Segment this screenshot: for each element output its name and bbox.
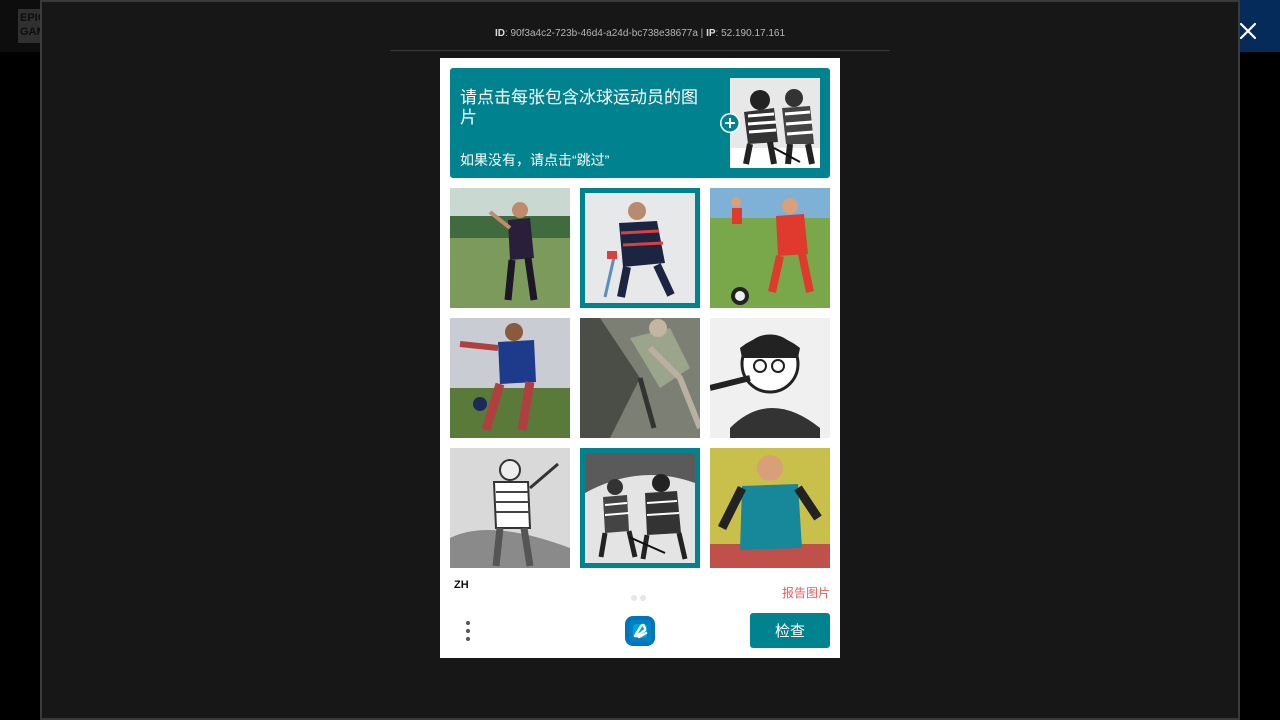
example-image: [730, 78, 820, 168]
report-images-link[interactable]: 报告图片: [782, 584, 830, 601]
hcaptcha-challenge: 请点击每张包含冰球运动员的图片 如果没有，请点击“跳过” ZH 报告图片 检查: [440, 58, 840, 658]
hcaptcha-logo-icon: [625, 616, 655, 646]
challenge-tile-selected[interactable]: [580, 188, 700, 308]
prompt-text: 请点击每张包含冰球运动员的图片: [460, 88, 698, 127]
menu-icon[interactable]: [462, 618, 474, 644]
challenge-tile[interactable]: [450, 448, 570, 568]
challenge-tile[interactable]: [710, 188, 830, 308]
page-dot: [631, 595, 637, 601]
pagination-dots: [631, 588, 649, 606]
challenge-tile[interactable]: [450, 318, 570, 438]
verify-button[interactable]: 检查: [750, 613, 830, 648]
challenge-tile[interactable]: [710, 448, 830, 568]
ip-address: 52.190.17.161: [721, 28, 786, 39]
challenge-tile[interactable]: [710, 318, 830, 438]
close-icon[interactable]: [1236, 19, 1260, 43]
challenge-prompt: 请点击每张包含冰球运动员的图片 如果没有，请点击“跳过”: [450, 68, 830, 178]
request-id: 90f3a4c2-723b-46d4-a24d-bc738e38677a: [510, 28, 698, 39]
header-divider: [390, 50, 890, 51]
challenge-tile[interactable]: [580, 318, 700, 438]
request-info: ID: 90f3a4c2-723b-46d4-a24d-bc738e38677a…: [494, 28, 786, 39]
challenge-tile[interactable]: [450, 188, 570, 308]
plus-icon: [720, 113, 740, 133]
prompt-subtext: 如果没有，请点击“跳过”: [460, 152, 610, 168]
language-selector[interactable]: ZH: [454, 579, 469, 591]
page-dot: [640, 595, 646, 601]
challenge-tile-selected[interactable]: [580, 448, 700, 568]
